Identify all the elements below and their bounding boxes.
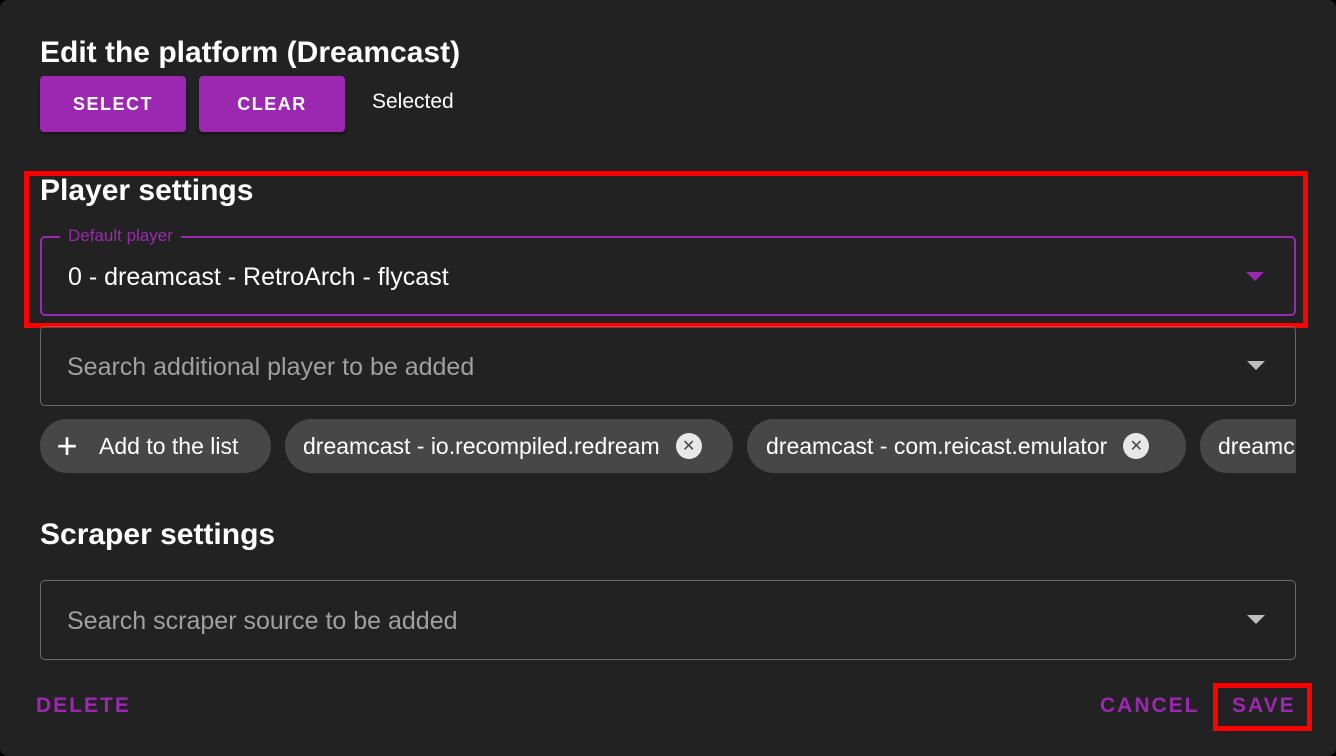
scraper-source-search[interactable]: Search scraper source to be added [40, 580, 1296, 660]
scraper-source-placeholder: Search scraper source to be added [67, 607, 458, 635]
player-chip[interactable]: dreamc [1200, 419, 1296, 473]
caret-down-icon[interactable] [1247, 615, 1265, 624]
delete-button[interactable]: DELETE [36, 694, 131, 718]
dialog-title: Edit the platform (Dreamcast) [40, 36, 461, 69]
select-button[interactable]: SELECT [40, 76, 186, 132]
player-chip-label: dreamcast - io.recompiled.redream [303, 432, 660, 459]
additional-player-search[interactable]: Search additional player to be added [40, 326, 1296, 406]
additional-player-placeholder: Search additional player to be added [67, 353, 475, 381]
player-settings-heading: Player settings [40, 174, 254, 207]
edit-platform-dialog: Edit the platform (Dreamcast) SELECT CLE… [0, 0, 1336, 756]
default-player-value: 0 - dreamcast - RetroArch - flycast [68, 263, 449, 291]
player-chip[interactable]: dreamcast - com.reicast.emulator ✕ [747, 419, 1186, 473]
add-to-list-label: Add to the list [99, 432, 239, 459]
default-player-legend: Default player [60, 226, 181, 246]
save-button[interactable]: SAVE [1232, 694, 1296, 718]
close-circle-icon[interactable]: ✕ [1123, 433, 1150, 459]
player-chip-list: + Add to the list dreamcast - io.recompi… [40, 419, 1296, 473]
clear-button[interactable]: CLEAR [199, 76, 345, 132]
scraper-settings-heading: Scraper settings [40, 518, 276, 551]
caret-down-icon[interactable] [1247, 361, 1265, 370]
caret-down-icon[interactable] [1246, 272, 1264, 281]
add-to-list-chip[interactable]: + Add to the list [40, 419, 271, 473]
default-player-select[interactable]: Default player 0 - dreamcast - RetroArch… [40, 226, 1296, 316]
cancel-button[interactable]: CANCEL [1100, 694, 1200, 718]
selected-status-text: Selected [372, 90, 454, 113]
player-chip[interactable]: dreamcast - io.recompiled.redream ✕ [285, 419, 733, 473]
plus-icon: + [56, 425, 78, 466]
player-chip-label: dreamc [1218, 432, 1295, 459]
close-circle-icon[interactable]: ✕ [675, 433, 702, 459]
player-chip-label: dreamcast - com.reicast.emulator [766, 432, 1108, 459]
